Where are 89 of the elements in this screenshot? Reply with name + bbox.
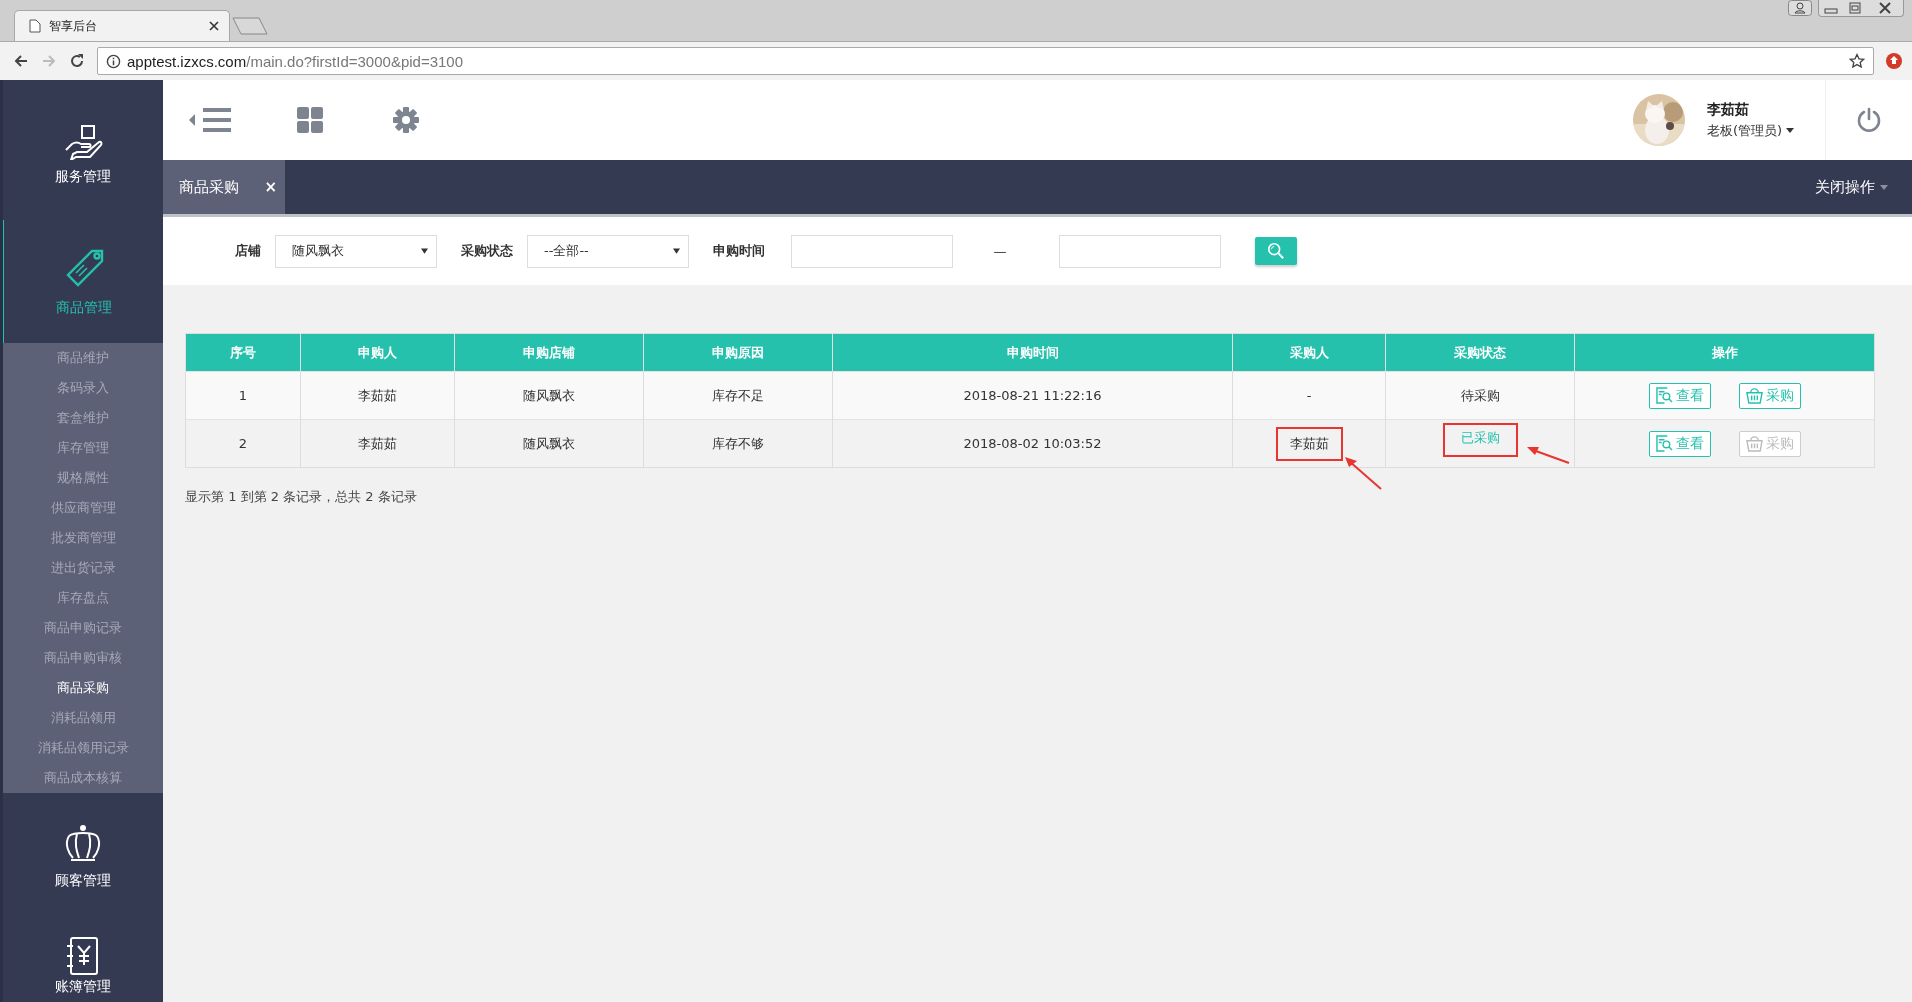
status-select[interactable]: --全部-- bbox=[527, 234, 689, 268]
highlight-box: 李茹茹 bbox=[1275, 426, 1343, 461]
settings-icon[interactable] bbox=[393, 107, 419, 133]
hand-box-icon bbox=[63, 124, 103, 160]
sidebar-section[interactable]: 账簿管理 bbox=[3, 920, 163, 1000]
search-icon bbox=[1267, 242, 1285, 260]
annotation-arrow bbox=[1343, 455, 1383, 491]
window-controls[interactable] bbox=[1818, 0, 1904, 17]
filter-label: 采购状态 bbox=[461, 242, 513, 260]
page-tab[interactable]: 商品采购 × bbox=[163, 160, 285, 214]
table-cell: - bbox=[1232, 371, 1386, 420]
new-tab-icon[interactable] bbox=[232, 17, 268, 36]
sidebar-section[interactable]: 顾客管理 bbox=[3, 793, 163, 920]
column-header: 采购人 bbox=[1232, 333, 1386, 372]
column-header: 申购时间 bbox=[832, 333, 1233, 372]
start-date-field[interactable] bbox=[791, 234, 953, 268]
extension-icon[interactable] bbox=[1886, 53, 1902, 70]
store-select[interactable]: 随风飘衣 bbox=[275, 234, 437, 268]
browser-tab[interactable]: 智享后台 bbox=[14, 10, 230, 42]
submenu-item[interactable]: 商品申购审核 bbox=[3, 643, 163, 673]
submenu-item[interactable]: 条码录入 bbox=[3, 373, 163, 403]
dropdown-arrow-icon bbox=[673, 248, 680, 254]
user-role-dropdown[interactable]: 老板(管理员) bbox=[1707, 121, 1825, 140]
annotation-arrow bbox=[1525, 445, 1571, 465]
power-icon bbox=[1856, 107, 1882, 133]
submenu-item[interactable]: 库存管理 bbox=[3, 433, 163, 463]
table-cell: 库存不够 bbox=[643, 419, 833, 468]
view-doc-icon bbox=[1655, 435, 1673, 452]
column-header: 申购人 bbox=[300, 333, 455, 372]
submenu-item[interactable]: 进出货记录 bbox=[3, 553, 163, 583]
submenu-item[interactable]: 库存盘点 bbox=[3, 583, 163, 613]
column-header: 申购店铺 bbox=[454, 333, 644, 372]
submenu-item[interactable]: 商品维护 bbox=[3, 343, 163, 373]
table-cell: 李茹茹 bbox=[300, 419, 455, 468]
caret-icon bbox=[1880, 184, 1888, 190]
column-header: 序号 bbox=[185, 333, 301, 372]
close-icon[interactable] bbox=[209, 21, 219, 32]
collapse-menu-icon[interactable] bbox=[189, 107, 231, 133]
submenu-item[interactable]: 商品采购 bbox=[3, 673, 163, 703]
view-doc-icon bbox=[1655, 387, 1673, 404]
submenu-item[interactable]: 商品申购记录 bbox=[3, 613, 163, 643]
purchase-button[interactable]: 采购 bbox=[1738, 382, 1801, 409]
table-cell: 2018-08-02 10:03:52 bbox=[832, 419, 1233, 468]
table-cell: 随风飘衣 bbox=[454, 371, 644, 420]
sidebar-section[interactable]: 服务管理 bbox=[3, 80, 163, 220]
page-icon bbox=[29, 19, 41, 34]
submenu-item[interactable]: 批发商管理 bbox=[3, 523, 163, 553]
filter-label: 店铺 bbox=[235, 242, 261, 260]
table-cell: 1 bbox=[185, 371, 301, 420]
column-header: 采购状态 bbox=[1385, 333, 1575, 372]
table-cell: 李茹茹 bbox=[300, 371, 455, 420]
column-header: 申购原因 bbox=[643, 333, 833, 372]
crown-icon bbox=[63, 823, 103, 864]
url-text: apptest.izxcs.com/main.do?firstId=3000&pid=3100 bbox=[127, 52, 465, 70]
view-button[interactable]: 查看 bbox=[1648, 430, 1711, 457]
table-cell: 库存不足 bbox=[643, 371, 833, 420]
submenu-item[interactable]: 商品成本核算 bbox=[3, 763, 163, 793]
info-icon[interactable] bbox=[106, 53, 121, 69]
user-name: 李茹茹 bbox=[1707, 100, 1750, 119]
basket-icon bbox=[1745, 435, 1763, 452]
close-operations-dropdown[interactable]: 关闭操作 bbox=[1815, 177, 1888, 197]
reload-icon[interactable] bbox=[69, 53, 85, 70]
user-icon[interactable] bbox=[1788, 0, 1812, 16]
basket-icon bbox=[1745, 387, 1763, 404]
submenu-item[interactable]: 消耗品领用 bbox=[3, 703, 163, 733]
highlight-box: 已采购 bbox=[1442, 423, 1518, 457]
table-cell: 随风飘衣 bbox=[454, 419, 644, 468]
filter-label: 申购时间 bbox=[713, 242, 765, 260]
address-bar[interactable]: apptest.izxcs.com/main.do?firstId=3000&pid=3100 bbox=[97, 47, 1874, 76]
dropdown-arrow-icon bbox=[421, 248, 428, 254]
table-cell: 2 bbox=[185, 419, 301, 468]
column-header: 操作 bbox=[1574, 333, 1875, 372]
ledger-icon bbox=[65, 936, 101, 976]
submenu-item[interactable]: 套盒维护 bbox=[3, 403, 163, 433]
bookmark-star-icon[interactable] bbox=[1849, 53, 1865, 70]
view-button[interactable]: 查看 bbox=[1648, 382, 1711, 409]
tab-close-button[interactable]: × bbox=[264, 178, 277, 196]
caret-icon bbox=[1786, 128, 1795, 133]
status-cell: 待采购 bbox=[1385, 371, 1575, 420]
grid-icon[interactable] bbox=[297, 107, 323, 133]
search-button[interactable] bbox=[1255, 237, 1297, 265]
table-cell: 2018-08-21 11:22:16 bbox=[832, 371, 1233, 420]
submenu-item[interactable]: 消耗品领用记录 bbox=[3, 733, 163, 763]
submenu-item[interactable]: 供应商管理 bbox=[3, 493, 163, 523]
end-date-field[interactable] bbox=[1059, 234, 1221, 268]
tab-label[interactable]: 商品采购 bbox=[179, 177, 239, 197]
record-summary: 显示第 1 到第 2 条记录，总共 2 条记录 bbox=[185, 488, 418, 506]
submenu-item[interactable]: 规格属性 bbox=[3, 463, 163, 493]
range-separator: — bbox=[992, 243, 1008, 259]
